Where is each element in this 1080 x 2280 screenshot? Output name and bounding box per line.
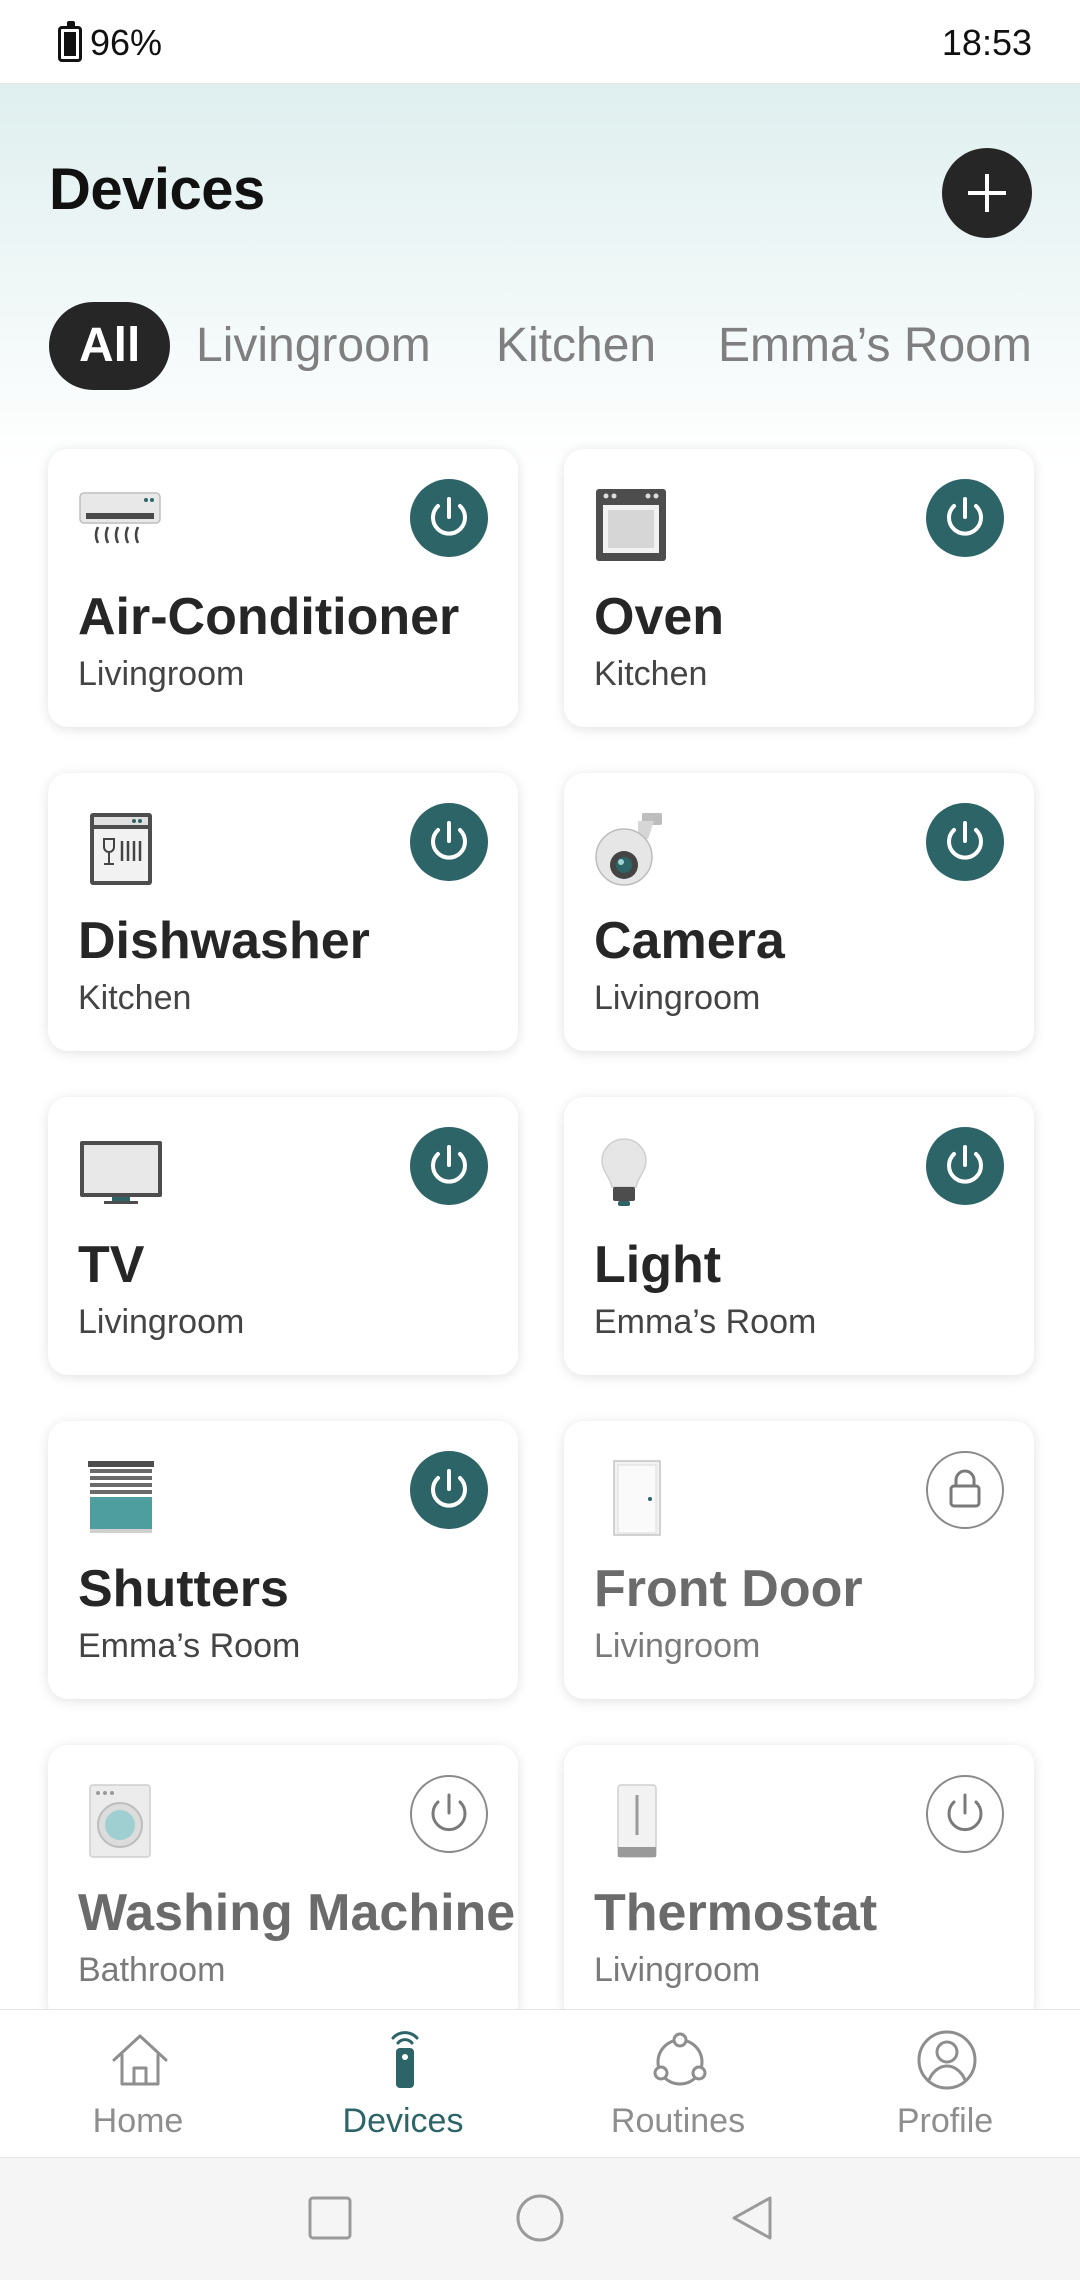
power-icon: [431, 821, 467, 860]
tab-kitchen[interactable]: Kitchen: [496, 302, 656, 390]
door-icon: [613, 1460, 661, 1536]
tab-livingroom[interactable]: Livingroom: [196, 302, 431, 390]
recent-apps-icon[interactable]: [306, 2194, 354, 2242]
power-icon: [947, 1793, 983, 1832]
nav-home[interactable]: Home: [3, 2010, 273, 2158]
air-conditioner-icon: [79, 492, 161, 544]
device-card-tv[interactable]: TV Livingroom: [48, 1097, 518, 1375]
clock: 18:53: [941, 22, 1032, 63]
lock-icon: [949, 1469, 981, 1508]
device-name: TV: [78, 1236, 145, 1294]
power-toggle-button[interactable]: [410, 479, 488, 557]
device-card-thermostat[interactable]: Thermostat Livingroom: [564, 1745, 1034, 2023]
power-toggle-button[interactable]: [410, 1775, 488, 1853]
nav-label: Home: [92, 2102, 184, 2140]
power-toggle-button[interactable]: [926, 1775, 1004, 1853]
washing-machine-icon: [89, 1784, 151, 1858]
device-room: Livingroom: [594, 1951, 761, 1989]
device-name: Light: [594, 1236, 722, 1294]
device-name: Shutters: [78, 1560, 289, 1618]
device-name: Oven: [594, 588, 725, 646]
system-navigation-bar: [0, 2157, 1080, 2280]
nav-routines[interactable]: Routines: [543, 2010, 813, 2158]
oven-icon: [596, 489, 666, 561]
thermostat-icon: [617, 1784, 657, 1858]
device-room: Kitchen: [594, 655, 708, 693]
battery-icon: [58, 21, 82, 62]
remote-icon: [391, 2031, 419, 2088]
device-room: Emma’s Room: [78, 1627, 301, 1665]
nav-label: Routines: [610, 2102, 746, 2140]
device-room: Livingroom: [78, 1303, 245, 1341]
device-name: Washing Machine: [78, 1884, 516, 1942]
power-icon: [431, 1145, 467, 1184]
room-tabs: All Livingroom Kitchen Emma’s Room: [0, 302, 1080, 392]
device-room: Kitchen: [78, 979, 192, 1017]
power-icon: [431, 497, 467, 536]
power-toggle-button[interactable]: [410, 1127, 488, 1205]
tab-all[interactable]: All: [49, 302, 171, 390]
device-name: Front Door: [594, 1560, 863, 1618]
status-bar: 96% 18:53: [0, 0, 1080, 84]
nav-devices[interactable]: Devices: [268, 2010, 538, 2158]
device-name: Thermostat: [594, 1884, 878, 1942]
device-name: Camera: [594, 912, 785, 970]
device-card-front-door[interactable]: Front Door Livingroom: [564, 1421, 1034, 1699]
device-card-shutters[interactable]: Shutters Emma’s Room: [48, 1421, 518, 1699]
power-toggle-button[interactable]: [926, 803, 1004, 881]
add-device-button[interactable]: [942, 148, 1032, 238]
profile-icon: [917, 2030, 977, 2090]
shutters-icon: [88, 1461, 154, 1533]
device-card-light[interactable]: Light Emma’s Room: [564, 1097, 1034, 1375]
device-room: Bathroom: [78, 1951, 226, 1989]
nav-label: Devices: [342, 2102, 464, 2140]
power-icon: [431, 1793, 467, 1832]
power-toggle-button[interactable]: [410, 803, 488, 881]
power-icon: [431, 1469, 467, 1508]
device-card-camera[interactable]: Camera Livingroom: [564, 773, 1034, 1051]
tab-emmas-room[interactable]: Emma’s Room: [718, 302, 1032, 390]
device-room: Emma’s Room: [594, 1303, 817, 1341]
battery-level: 96%: [90, 22, 163, 63]
light-bulb-icon: [601, 1138, 647, 1206]
device-card-air-conditioner[interactable]: Air-Conditioner Livingroom: [48, 449, 518, 727]
power-icon: [947, 821, 983, 860]
device-room: Livingroom: [78, 655, 245, 693]
device-name: Air-Conditioner: [78, 588, 460, 646]
power-icon: [947, 497, 983, 536]
camera-icon: [595, 813, 662, 886]
back-icon[interactable]: [728, 2194, 776, 2242]
home-circle-icon[interactable]: [514, 2194, 566, 2246]
power-toggle-button[interactable]: [926, 479, 1004, 557]
power-icon: [947, 1145, 983, 1184]
device-room: Livingroom: [594, 1627, 761, 1665]
device-card-washing-machine[interactable]: Washing Machine Bathroom: [48, 1745, 518, 2023]
device-room: Livingroom: [594, 979, 761, 1017]
device-card-oven[interactable]: Oven Kitchen: [564, 449, 1034, 727]
page-title: Devices: [49, 157, 265, 222]
lock-toggle-button[interactable]: [926, 1451, 1004, 1529]
power-toggle-button[interactable]: [410, 1451, 488, 1529]
dishwasher-icon: [90, 813, 152, 885]
device-name: Dishwasher: [78, 912, 370, 970]
nav-profile[interactable]: Profile: [810, 2010, 1080, 2158]
device-card-dishwasher[interactable]: Dishwasher Kitchen: [48, 773, 518, 1051]
routines-icon: [653, 2032, 707, 2086]
tv-icon: [80, 1141, 162, 1204]
devices-page: Devices All Livingroom Kitchen Emma’s Ro…: [0, 84, 1080, 2023]
home-icon: [112, 2034, 168, 2086]
bottom-navigation: Home Devices Routines Profile: [0, 2009, 1080, 2157]
nav-label: Profile: [896, 2102, 994, 2140]
power-toggle-button[interactable]: [926, 1127, 1004, 1205]
